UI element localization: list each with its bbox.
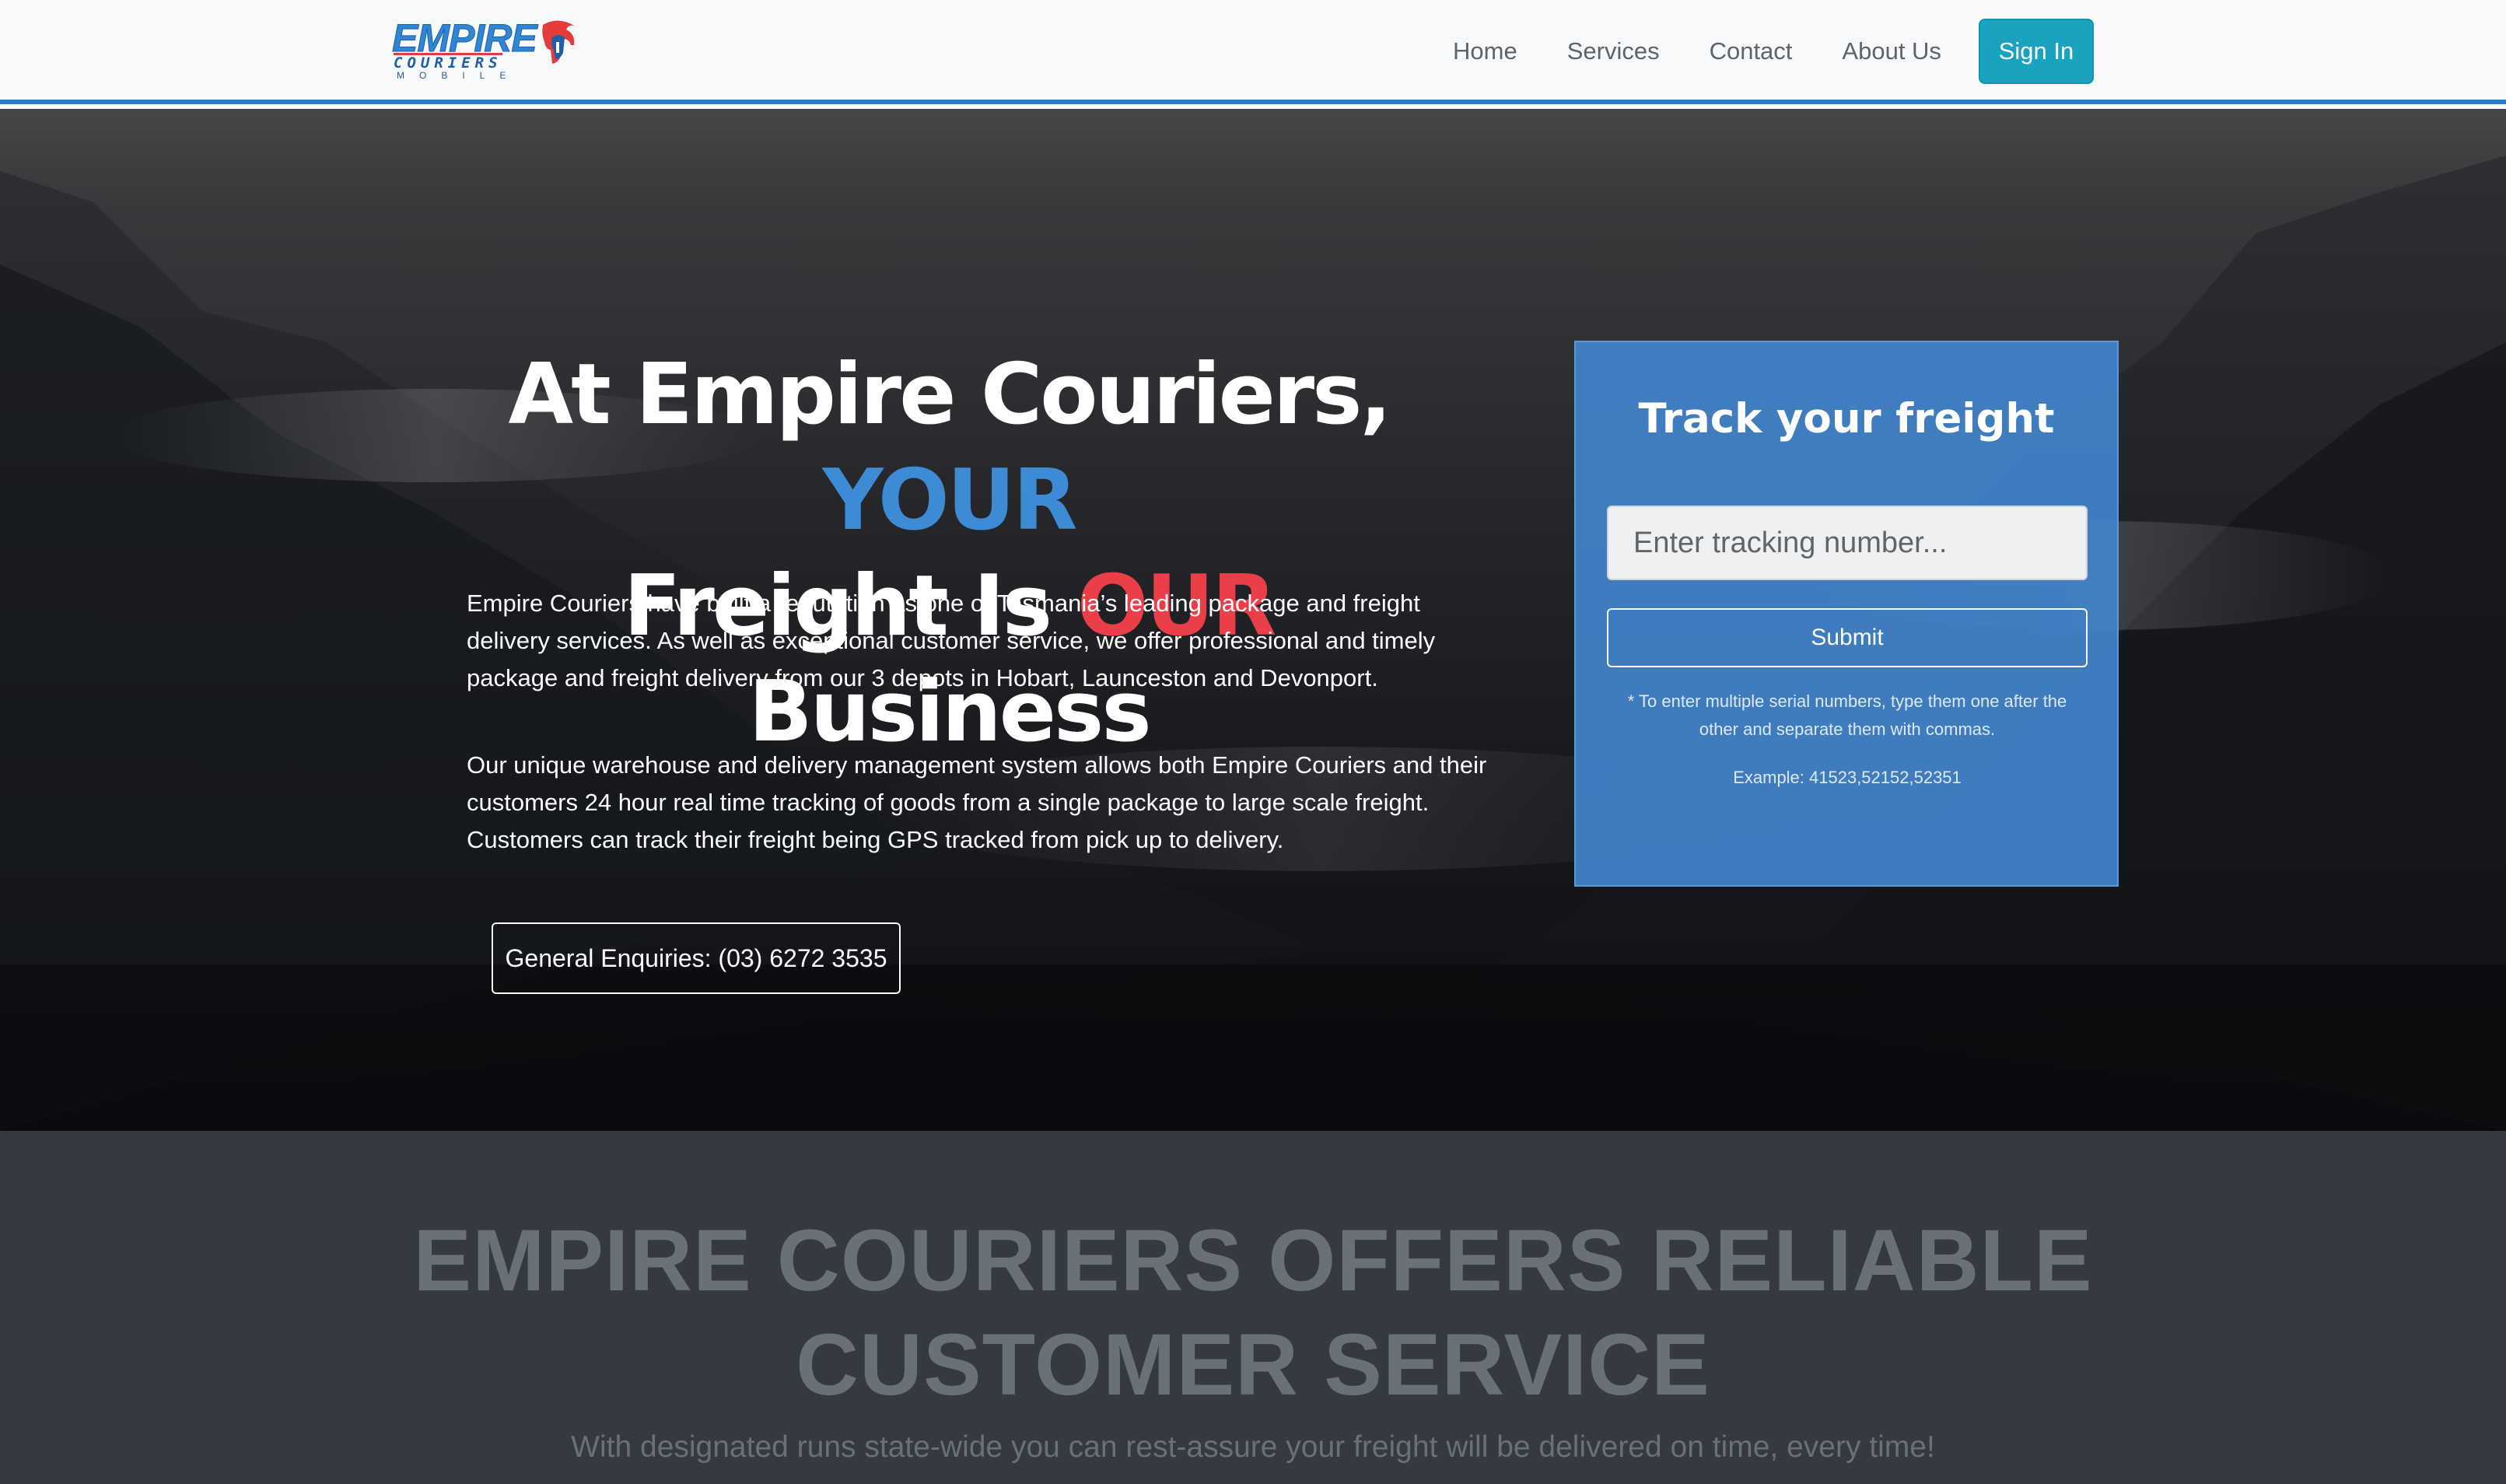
logo-mobile-text: MOBILE <box>397 70 521 81</box>
service-section-title: EMPIRE COURIERS OFFERS RELIABLE CUSTOMER… <box>413 1212 2093 1413</box>
service-section: EMPIRE COURIERS OFFERS RELIABLE CUSTOMER… <box>0 1131 2506 1484</box>
hero-paragraph-1: Empire Couriers have built a reputation … <box>467 590 1436 691</box>
hero-heading-highlight-your: YOUR <box>822 452 1077 549</box>
tracking-number-input[interactable] <box>1607 506 2088 580</box>
hero-section: At Empire Couriers, YOUR Freight Is OUR … <box>0 109 2506 1131</box>
nav-about-link[interactable]: About Us <box>1842 37 1941 65</box>
hero-heading-part1: At Empire Couriers, <box>508 346 1391 443</box>
logo-subtitle: COURIERS <box>394 53 502 72</box>
nav-home-link[interactable]: Home <box>1453 37 1517 65</box>
tracking-submit-button[interactable]: Submit <box>1607 608 2088 667</box>
general-enquiries-button[interactable]: General Enquiries: (03) 6272 3535 <box>492 922 901 994</box>
site-logo[interactable]: EMPIRE COURIERS MOBILE <box>392 17 579 81</box>
tracking-title: Track your freight <box>1638 395 2055 443</box>
nav-contact-link[interactable]: Contact <box>1710 37 1793 65</box>
tracking-example-text: Example: 41523,52152,52351 <box>1733 768 1962 787</box>
nav-services-link[interactable]: Services <box>1567 37 1660 65</box>
hero-paragraph-2: Our unique warehouse and delivery manage… <box>467 751 1487 853</box>
tracking-card: Track your freight Submit * To enter mul… <box>1574 341 2119 887</box>
hero-heading: At Empire Couriers, YOUR Freight Is OUR … <box>436 342 1462 765</box>
service-section-subtitle: With designated runs state-wide you can … <box>571 1430 1935 1464</box>
tracking-help-note: * To enter multiple serial numbers, type… <box>1627 691 2067 739</box>
site-header: EMPIRE COURIERS MOBILE Home Services Con… <box>0 0 2506 104</box>
sign-in-button[interactable]: Sign In <box>1978 19 2094 84</box>
spartan-helmet-icon <box>542 20 576 64</box>
main-nav: Home Services Contact About Us Sign In <box>1453 19 2094 84</box>
